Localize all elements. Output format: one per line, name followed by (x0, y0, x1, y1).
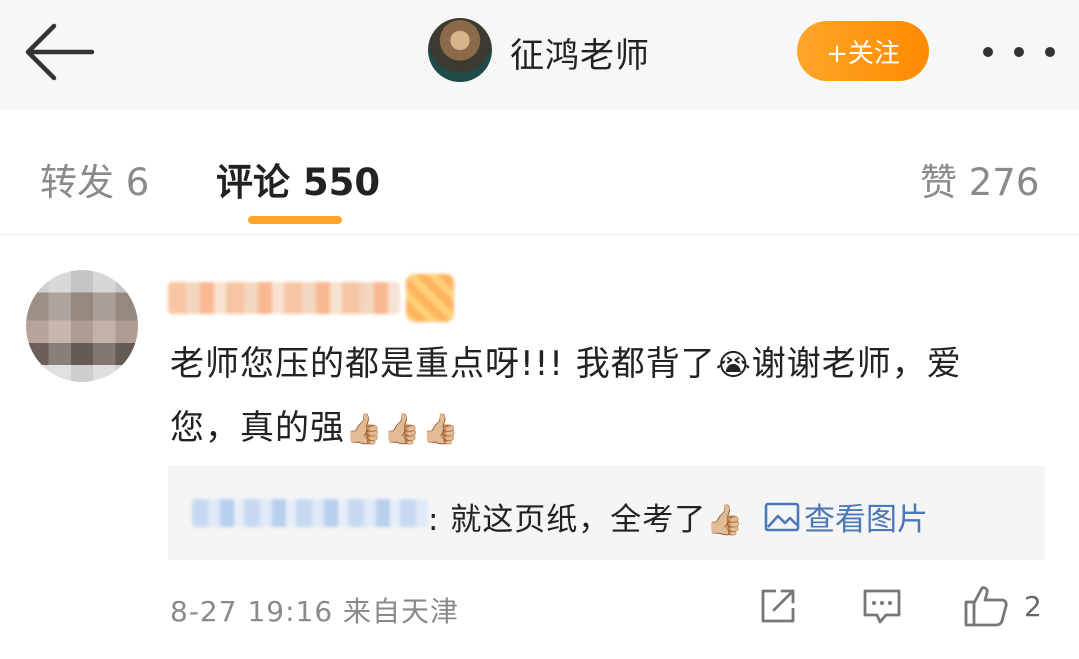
active-tab-indicator (248, 216, 342, 224)
picture-icon (764, 502, 800, 531)
crying-emoji-icon: 😭 (715, 348, 752, 383)
like-count: 2 (1024, 590, 1042, 623)
thumbs-up-emoji-icon: 👍🏼 (706, 503, 745, 538)
thumbs-up-icon (964, 586, 1008, 627)
reply-text: : 就这页纸，全考了👍🏼 (428, 494, 745, 539)
commenter-name-blurred[interactable] (168, 282, 400, 314)
more-button[interactable] (983, 34, 1055, 70)
author-avatar[interactable] (428, 18, 492, 82)
tab-comment[interactable]: 评论 550 (216, 152, 380, 206)
reply-username-blurred[interactable] (192, 499, 428, 527)
arrow-left-icon (25, 23, 95, 81)
comment-button[interactable] (862, 588, 902, 626)
comment-text-part1: 老师您压的都是重点呀!!! 我都背了 (170, 344, 716, 384)
comment-icon (863, 589, 901, 624)
view-picture-link[interactable]: 查看图片 (764, 494, 928, 539)
thumbs-up-emoji-icon: 👍🏼👍🏼👍🏼 (345, 412, 461, 447)
tab-bar: 转发 6 评论 550 赞 276 (0, 110, 1079, 235)
share-icon (761, 589, 795, 623)
share-button[interactable] (758, 586, 798, 626)
follow-button[interactable]: +关注 (797, 21, 929, 81)
more-dot (1045, 47, 1055, 57)
top-bar: 征鸿老师 +关注 (0, 0, 1079, 110)
tab-repost[interactable]: 转发 6 (40, 152, 149, 206)
comment-meta: 8-27 19:16 来自天津 (170, 595, 460, 628)
view-picture-label: 查看图片 (804, 502, 928, 538)
user-badge-icon (406, 274, 454, 322)
author-name[interactable]: 征鸿老师 (510, 28, 650, 77)
reply-box[interactable]: : 就这页纸，全考了👍🏼 查看图片 (168, 466, 1045, 560)
back-button[interactable] (22, 18, 98, 86)
more-dots-icon (983, 47, 993, 57)
like-button[interactable] (963, 584, 1009, 628)
commenter-avatar[interactable] (26, 270, 138, 382)
reply-text-content: : 就这页纸，全考了 (428, 502, 707, 538)
tab-like[interactable]: 赞 276 (920, 152, 1039, 206)
comment-body: 老师您压的都是重点呀!!! 我都背了😭谢谢老师，爱您，真的强👍🏼👍🏼👍🏼 (170, 333, 1030, 461)
more-dot (1014, 47, 1024, 57)
